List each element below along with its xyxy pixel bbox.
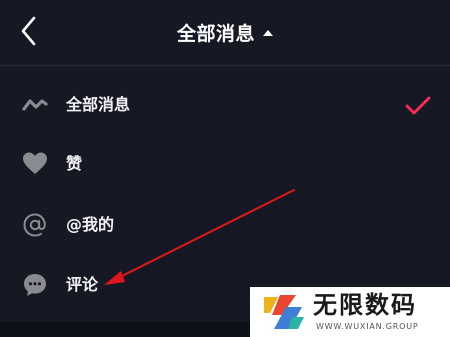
check-icon [405, 96, 431, 115]
menu-item-label: 赞 [66, 154, 83, 173]
wuxian-logo-icon [264, 295, 304, 329]
menu-item-mentions[interactable]: @我的 [0, 196, 450, 254]
comment-icon [24, 274, 46, 296]
heart-icon [23, 152, 47, 174]
header-bar: 全部消息 [0, 0, 450, 65]
title-dropdown[interactable]: 全部消息 [0, 0, 450, 65]
menu-item-label: 全部消息 [66, 95, 131, 114]
caret-up-icon [263, 29, 273, 36]
watermark-title: 无限数码 [313, 291, 417, 319]
page-title: 全部消息 [176, 23, 255, 45]
menu-item-label: 评论 [66, 275, 99, 294]
at-icon [23, 213, 46, 237]
menu-item-all-messages[interactable]: 全部消息 [0, 76, 450, 134]
menu-item-label: @我的 [66, 215, 115, 234]
wave-icon [22, 99, 48, 111]
menu-item-likes[interactable]: 赞 [0, 135, 450, 193]
watermark-subtitle: WWW.WUXIAN.GROUP [316, 322, 419, 331]
